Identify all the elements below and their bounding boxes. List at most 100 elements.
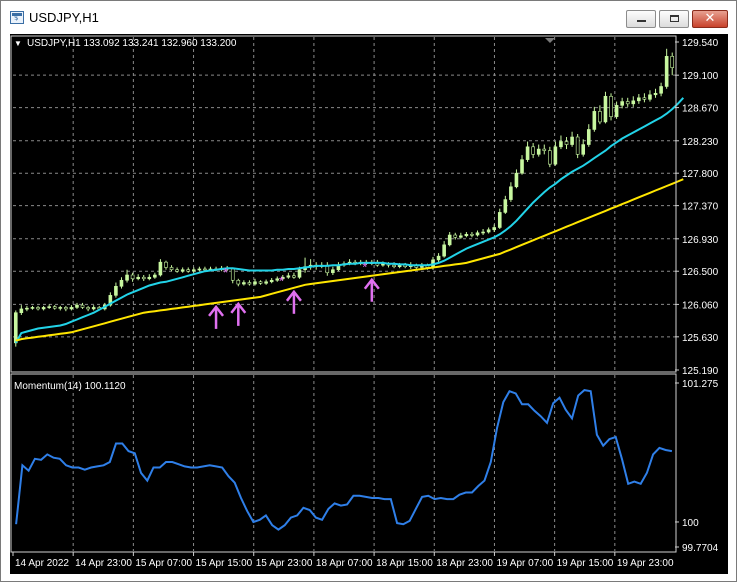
candle[interactable] xyxy=(525,146,530,160)
candle[interactable] xyxy=(25,307,29,310)
candle[interactable] xyxy=(637,97,641,102)
candle[interactable] xyxy=(503,199,508,213)
candle[interactable] xyxy=(531,146,535,155)
candle[interactable] xyxy=(158,261,163,276)
candle[interactable] xyxy=(175,269,179,272)
candle[interactable] xyxy=(141,276,146,280)
candle[interactable] xyxy=(486,229,491,233)
candle[interactable] xyxy=(253,281,257,285)
candle[interactable] xyxy=(397,264,402,267)
candle[interactable] xyxy=(542,148,547,151)
candle[interactable] xyxy=(30,307,35,309)
candle[interactable] xyxy=(64,307,68,310)
candle[interactable] xyxy=(459,235,463,238)
candle[interactable] xyxy=(169,267,174,271)
candle[interactable] xyxy=(670,56,675,68)
candle[interactable] xyxy=(586,129,591,145)
candle[interactable] xyxy=(548,150,552,165)
candle[interactable] xyxy=(286,275,291,278)
candle[interactable] xyxy=(481,231,485,234)
candle[interactable] xyxy=(575,136,580,155)
candle[interactable] xyxy=(453,234,458,238)
candle[interactable] xyxy=(559,141,563,148)
candle[interactable] xyxy=(614,105,619,117)
candle[interactable] xyxy=(603,95,608,123)
candle[interactable] xyxy=(114,286,118,296)
candle[interactable] xyxy=(247,282,252,285)
candle[interactable] xyxy=(186,269,191,272)
candle[interactable] xyxy=(236,279,241,285)
candle[interactable] xyxy=(392,264,396,267)
candle[interactable] xyxy=(41,307,46,310)
candle[interactable] xyxy=(13,312,18,344)
candle[interactable] xyxy=(91,307,96,310)
candle[interactable] xyxy=(36,307,40,310)
candle[interactable] xyxy=(653,92,658,96)
candle[interactable] xyxy=(520,159,524,174)
candle[interactable] xyxy=(442,244,446,257)
candle[interactable] xyxy=(620,101,624,106)
candle[interactable] xyxy=(119,279,124,287)
candle[interactable] xyxy=(331,269,335,274)
candle[interactable] xyxy=(292,275,296,278)
candle[interactable] xyxy=(509,186,513,200)
candle[interactable] xyxy=(625,101,630,105)
candle[interactable] xyxy=(492,227,497,231)
candle[interactable] xyxy=(264,281,268,284)
candle[interactable] xyxy=(191,269,196,272)
candle[interactable] xyxy=(648,94,652,100)
candle[interactable] xyxy=(536,148,541,155)
candle[interactable] xyxy=(147,276,152,280)
candle[interactable] xyxy=(242,282,246,285)
title-bar[interactable]: USDJPY,H1 ✕ xyxy=(1,1,736,33)
candle[interactable] xyxy=(592,111,597,130)
candle[interactable] xyxy=(297,269,302,278)
candle[interactable] xyxy=(258,281,263,284)
signal-star-icon[interactable]: * xyxy=(223,265,228,280)
candle[interactable] xyxy=(180,269,185,272)
chart-area[interactable]: * * * 129.540 129.100 128.670 128.230 127.800 1… xyxy=(10,34,728,574)
minimize-icon xyxy=(637,20,646,22)
candle[interactable] xyxy=(514,172,519,188)
candle[interactable] xyxy=(75,304,79,308)
header-arrow-icon[interactable]: ▼ xyxy=(14,39,22,48)
candle[interactable] xyxy=(664,56,669,87)
candle[interactable] xyxy=(598,111,602,123)
candle[interactable] xyxy=(19,308,24,313)
candle[interactable] xyxy=(581,144,586,155)
candle[interactable] xyxy=(436,255,441,261)
candle[interactable] xyxy=(497,212,502,228)
candle[interactable] xyxy=(58,307,63,309)
minimize-button[interactable] xyxy=(626,10,656,28)
candle[interactable] xyxy=(269,279,274,283)
candle[interactable] xyxy=(164,261,168,268)
candle[interactable] xyxy=(464,233,469,237)
candle[interactable] xyxy=(136,276,140,280)
candle[interactable] xyxy=(475,232,480,236)
candle[interactable] xyxy=(125,274,129,281)
maximize-button[interactable] xyxy=(659,10,689,28)
candle[interactable] xyxy=(52,306,57,309)
candle[interactable] xyxy=(447,234,452,246)
candle[interactable] xyxy=(47,306,51,308)
candle[interactable] xyxy=(470,233,474,236)
candle[interactable] xyxy=(570,136,574,145)
candle[interactable] xyxy=(69,307,74,310)
candle[interactable] xyxy=(564,141,569,145)
candle[interactable] xyxy=(642,97,647,100)
candle[interactable] xyxy=(631,100,636,105)
chart-canvas[interactable]: * * * 129.540 129.100 128.670 128.230 127.800 1… xyxy=(10,34,728,574)
signal-star-icon[interactable]: * xyxy=(362,260,367,275)
close-button[interactable]: ✕ xyxy=(692,10,728,28)
candle[interactable] xyxy=(203,268,207,271)
candle[interactable] xyxy=(153,274,157,278)
candle[interactable] xyxy=(197,268,202,271)
candle[interactable] xyxy=(609,95,613,117)
candle[interactable] xyxy=(659,86,663,94)
candle[interactable] xyxy=(130,274,135,280)
candle[interactable] xyxy=(80,304,85,308)
signal-star-icon[interactable]: * xyxy=(279,273,284,288)
candle[interactable] xyxy=(553,146,558,165)
candle[interactable] xyxy=(86,307,90,310)
candle[interactable] xyxy=(230,268,235,281)
